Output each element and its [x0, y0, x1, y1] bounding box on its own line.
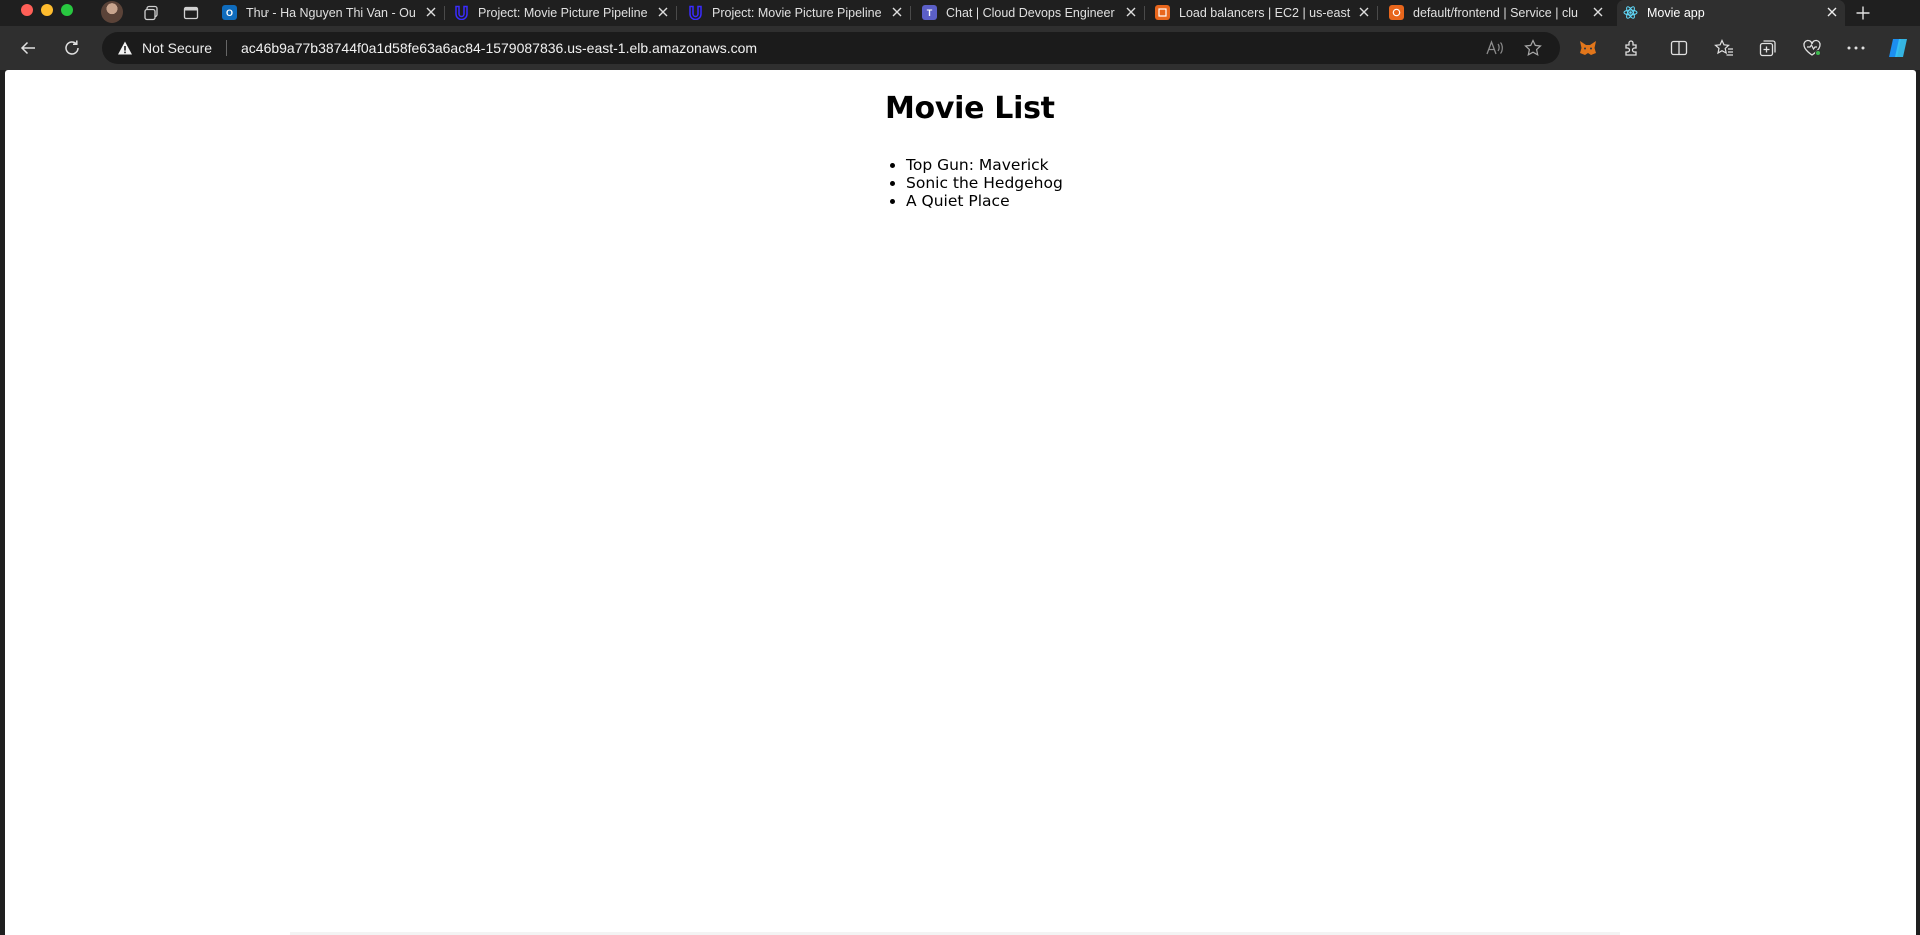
security-status[interactable]: Not Secure — [142, 40, 212, 56]
teams-icon: T — [922, 5, 937, 20]
minimize-window-button[interactable] — [41, 4, 53, 16]
browser-essentials-icon[interactable] — [1800, 36, 1824, 60]
react-icon — [1623, 5, 1638, 20]
aws-ec2-icon — [1155, 5, 1170, 20]
close-tab-icon[interactable] — [655, 4, 671, 20]
copilot-icon[interactable] — [1884, 36, 1912, 60]
close-window-button[interactable] — [21, 4, 33, 16]
split-screen-icon[interactable] — [1667, 36, 1691, 60]
movie-list: Top Gun: Maverick Sonic the Hedgehog A Q… — [885, 156, 1065, 210]
movie-list-item: Top Gun: Maverick — [906, 156, 1065, 174]
extensions-icon[interactable] — [1620, 36, 1644, 60]
close-tab-icon[interactable] — [1590, 4, 1606, 20]
browser-tab[interactable]: Project: Movie Picture Pipeline — [682, 0, 911, 26]
udacity-icon — [454, 5, 469, 20]
browser-tab[interactable]: T Chat | Cloud Devops Engineer — [916, 0, 1145, 26]
maximize-window-button[interactable] — [61, 4, 73, 16]
movie-list-item: Sonic the Hedgehog — [906, 174, 1065, 192]
close-tab-icon[interactable] — [1356, 4, 1372, 20]
tab-title: Project: Movie Picture Pipeline — [712, 6, 882, 20]
outlook-icon: O — [222, 5, 237, 20]
browser-tab-active[interactable]: Movie app — [1617, 0, 1845, 26]
tab-title: Project: Movie Picture Pipeline — [478, 6, 648, 20]
favorite-star-icon[interactable] — [1523, 38, 1543, 58]
browser-tab[interactable]: O Thư - Ha Nguyen Thi Van - Ou — [216, 0, 445, 26]
close-tab-icon[interactable] — [1123, 4, 1139, 20]
browser-tab[interactable]: Project: Movie Picture Pipeline — [448, 0, 677, 26]
metamask-extension-icon[interactable] — [1576, 36, 1600, 60]
close-tab-icon[interactable] — [889, 4, 905, 20]
page-viewport: Movie List Top Gun: Maverick Sonic the H… — [5, 70, 1916, 935]
tab-strip: O Thư - Ha Nguyen Thi Van - Ou Project: … — [0, 0, 1920, 26]
tab-title: Chat | Cloud Devops Engineer — [946, 6, 1115, 20]
more-options-icon[interactable] — [1844, 36, 1868, 60]
collections-icon[interactable] — [1756, 36, 1780, 60]
browser-tab[interactable]: Load balancers | EC2 | us-east — [1149, 0, 1378, 26]
page-title: Movie List — [885, 91, 1055, 126]
udacity-icon — [688, 5, 703, 20]
tab-actions-icon[interactable] — [182, 4, 200, 22]
warning-icon[interactable] — [117, 40, 133, 56]
tab-title: default/frontend | Service | clu — [1413, 6, 1578, 20]
movie-list-item: A Quiet Place — [906, 192, 1065, 210]
workspaces-icon[interactable] — [142, 4, 160, 22]
new-tab-button[interactable] — [1853, 3, 1873, 23]
close-tab-icon[interactable] — [423, 4, 439, 20]
tab-title: Thư - Ha Nguyen Thi Van - Ou — [246, 6, 416, 20]
back-button[interactable] — [16, 36, 40, 60]
movie-app: Movie List Top Gun: Maverick Sonic the H… — [5, 70, 1916, 210]
tab-title: Movie app — [1647, 6, 1705, 20]
read-aloud-icon[interactable] — [1485, 38, 1505, 58]
browser-toolbar: Not Secure ac46b9a77b38744f0a1d58fe63a6a… — [0, 26, 1920, 70]
aws-eks-icon — [1389, 5, 1404, 20]
address-bar[interactable]: Not Secure ac46b9a77b38744f0a1d58fe63a6a… — [102, 32, 1560, 64]
profile-avatar[interactable] — [101, 1, 123, 23]
close-tab-icon[interactable] — [1824, 4, 1840, 20]
url-text[interactable]: ac46b9a77b38744f0a1d58fe63a6ac84-1579087… — [241, 40, 757, 56]
tab-title: Load balancers | EC2 | us-east — [1179, 6, 1351, 20]
browser-tab[interactable]: default/frontend | Service | clu — [1383, 0, 1611, 26]
favorites-icon[interactable] — [1712, 36, 1736, 60]
refresh-button[interactable] — [60, 36, 84, 60]
